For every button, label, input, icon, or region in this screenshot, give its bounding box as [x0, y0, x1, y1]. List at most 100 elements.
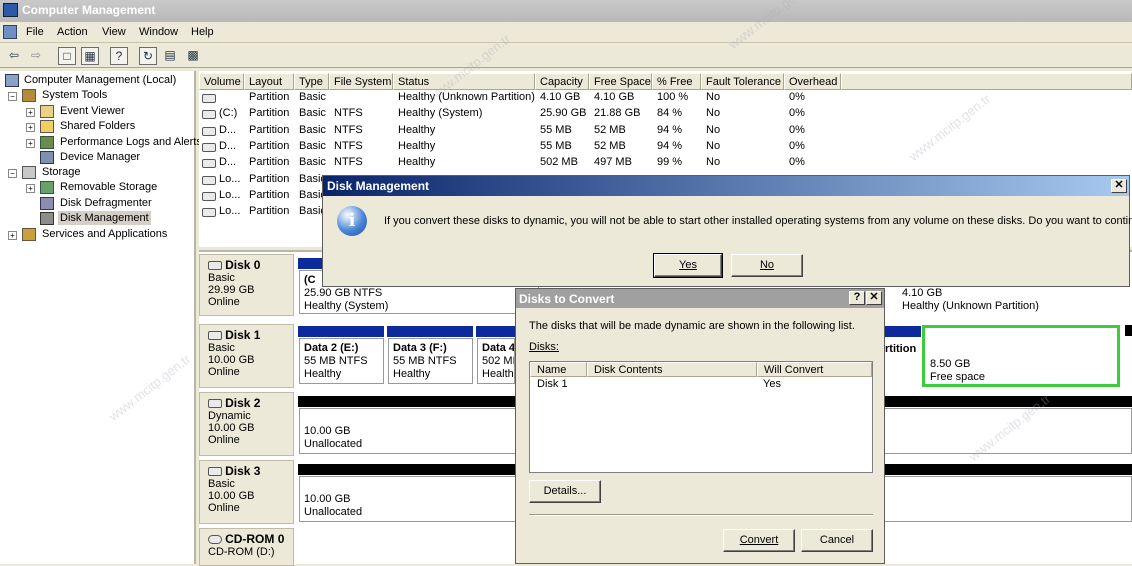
expand-icon[interactable]: +	[26, 139, 35, 148]
tree-device-manager[interactable]: Device Manager	[60, 151, 140, 163]
disks-list[interactable]: Name Disk Contents Will Convert Disk 1 Y…	[529, 361, 873, 473]
disk0-label[interactable]: Disk 0 Basic 29.99 GB Online	[199, 254, 294, 316]
tree-storage[interactable]: Storage	[42, 166, 81, 178]
disk1-free-space[interactable]: 8.50 GB Free space	[922, 325, 1120, 387]
collapse-icon[interactable]: −	[8, 169, 17, 178]
col-type[interactable]: Type	[294, 73, 329, 90]
disk1-p2-title: Data 3 (F:)	[393, 342, 447, 354]
tree-system-tools[interactable]: System Tools	[42, 89, 107, 101]
expand-icon[interactable]: +	[26, 108, 35, 117]
disk1-partition-f[interactable]: Data 3 (F:) 55 MB NTFS Healthy	[388, 338, 473, 384]
disk-icon	[208, 399, 222, 408]
col-overhead[interactable]: Overhead	[784, 73, 841, 90]
expand-icon[interactable]: +	[26, 123, 35, 132]
volume-cell[interactable]: (C:)	[219, 107, 237, 119]
close-icon[interactable]: ✕	[866, 291, 882, 305]
up-folder-icon[interactable]: □	[58, 47, 76, 65]
show-hide-tree-icon[interactable]: ▦	[81, 47, 99, 65]
system-menu-icon[interactable]	[3, 25, 17, 39]
volume-cell[interactable]: D...	[219, 156, 236, 168]
menu-window[interactable]: Window	[139, 26, 178, 38]
volume-cell: 497 MB	[594, 156, 632, 169]
tree-removable-storage[interactable]: Removable Storage	[60, 181, 157, 193]
col-will-convert[interactable]: Will Convert	[757, 362, 872, 377]
tree-event-viewer[interactable]: Event Viewer	[60, 105, 125, 117]
collapse-icon[interactable]: −	[8, 92, 17, 101]
refresh-icon[interactable]: ↻	[139, 47, 157, 65]
disk1-partition-h[interactable]: rtition	[885, 338, 921, 384]
details-button[interactable]: Details...	[529, 480, 601, 503]
volume-cell: 0%	[789, 91, 805, 103]
disk3-label[interactable]: Disk 3 Basic 10.00 GB Online	[199, 460, 294, 524]
volume-cell: 55 MB	[540, 139, 572, 152]
volume-cell[interactable]: D...	[219, 124, 236, 136]
volume-cell: 0%	[789, 123, 805, 136]
properties-icon[interactable]: ▤	[161, 47, 179, 65]
cdrom-label[interactable]: CD-ROM 0 CD-ROM (D:)	[199, 528, 294, 566]
menu-view[interactable]: View	[102, 26, 126, 38]
volume-cell[interactable]: D...	[219, 140, 236, 152]
tree-root[interactable]: Computer Management (Local)	[24, 74, 176, 86]
close-icon[interactable]: ✕	[1111, 179, 1127, 193]
disk1-size: 10.00 GB	[208, 354, 255, 366]
confirm-message: If you convert these disks to dynamic, y…	[384, 215, 1132, 227]
convert-button[interactable]: Convert	[723, 529, 795, 552]
col-name[interactable]: Name	[530, 362, 587, 377]
back-arrow-icon[interactable]: ⇦	[5, 47, 23, 65]
disk1-partition-g[interactable]: Data 4 502 ME Healthy	[477, 338, 515, 384]
tree-perf-logs[interactable]: Performance Logs and Alerts	[60, 136, 202, 148]
tree-disk-defrag[interactable]: Disk Defragmenter	[60, 197, 152, 209]
col-pctfree[interactable]: % Free	[652, 73, 701, 90]
volume-cell: Healthy	[398, 139, 436, 152]
disk0-partition-unknown[interactable]: 4.10 GB Healthy (Unknown Partition)	[897, 284, 1132, 315]
expand-icon[interactable]: +	[8, 231, 17, 240]
col-faulttolerance[interactable]: Fault Tolerance	[701, 73, 784, 90]
menu-action[interactable]: Action	[57, 26, 88, 38]
disk3-state: Online	[208, 502, 240, 514]
col-disk-contents[interactable]: Disk Contents	[587, 362, 757, 377]
tree-shared-folders[interactable]: Shared Folders	[60, 120, 135, 132]
volume-cell: Partition	[249, 107, 290, 120]
convert-dialog-title: Disks to Convert	[519, 292, 615, 306]
yes-button[interactable]: Yes	[653, 253, 723, 278]
no-button[interactable]: No	[731, 254, 803, 277]
disk0-p2-status: Healthy (Unknown Partition)	[902, 300, 1039, 312]
expand-icon[interactable]: +	[26, 184, 35, 193]
cancel-button[interactable]: Cancel	[801, 529, 873, 552]
confirm-dialog-titlebar: Disk Management ✕	[323, 176, 1129, 196]
help-question-icon[interactable]: ?	[849, 291, 865, 305]
col-filesystem[interactable]: File System	[329, 73, 393, 90]
menu-file[interactable]: File	[26, 26, 44, 38]
col-capacity[interactable]: Capacity	[535, 73, 589, 90]
volume-cell: 25.90 GB	[540, 107, 587, 120]
volume-cell: 94 %	[657, 139, 683, 152]
row-disk-name[interactable]: Disk 1	[537, 378, 568, 390]
volume-cell: Basic	[299, 123, 326, 136]
menu-help[interactable]: Help	[191, 26, 214, 38]
tree-services[interactable]: Services and Applications	[42, 228, 167, 240]
volume-cell[interactable]: Lo...	[219, 205, 240, 217]
disk2-p-status: Unallocated	[304, 438, 363, 450]
col-volume[interactable]: Volume	[199, 73, 244, 90]
tree-disk-management[interactable]: Disk Management	[58, 211, 151, 225]
disk1-partition-e[interactable]: Data 2 (E:) 55 MB NTFS Healthy	[299, 338, 384, 384]
disk1-state: Online	[208, 366, 240, 378]
volume-cell[interactable]: Lo...	[219, 173, 240, 185]
disk1-bar-e	[298, 326, 384, 337]
volume-cell[interactable]: Lo...	[219, 189, 240, 201]
disk1-label[interactable]: Disk 1 Basic 10.00 GB Online	[199, 324, 294, 388]
col-freespace[interactable]: Free Space	[589, 73, 652, 90]
volume-cell: Partition	[249, 139, 290, 152]
menu-bar: File Action View Window Help	[0, 23, 1132, 43]
disk3-p-status: Unallocated	[304, 506, 363, 518]
volume-cell: Basic	[299, 107, 326, 120]
col-status[interactable]: Status	[393, 73, 535, 90]
cdrom-drive: CD-ROM (D:)	[208, 546, 275, 558]
window-titlebar: Computer Management	[0, 0, 1132, 22]
volume-cell: 4.10 GB	[594, 91, 635, 103]
col-layout[interactable]: Layout	[244, 73, 294, 90]
forward-arrow-icon[interactable]: ⇨	[27, 47, 45, 65]
export-list-icon[interactable]: ▩	[184, 47, 202, 65]
disk2-label[interactable]: Disk 2 Dynamic 10.00 GB Online	[199, 392, 294, 456]
help-icon[interactable]: ?	[110, 47, 128, 65]
